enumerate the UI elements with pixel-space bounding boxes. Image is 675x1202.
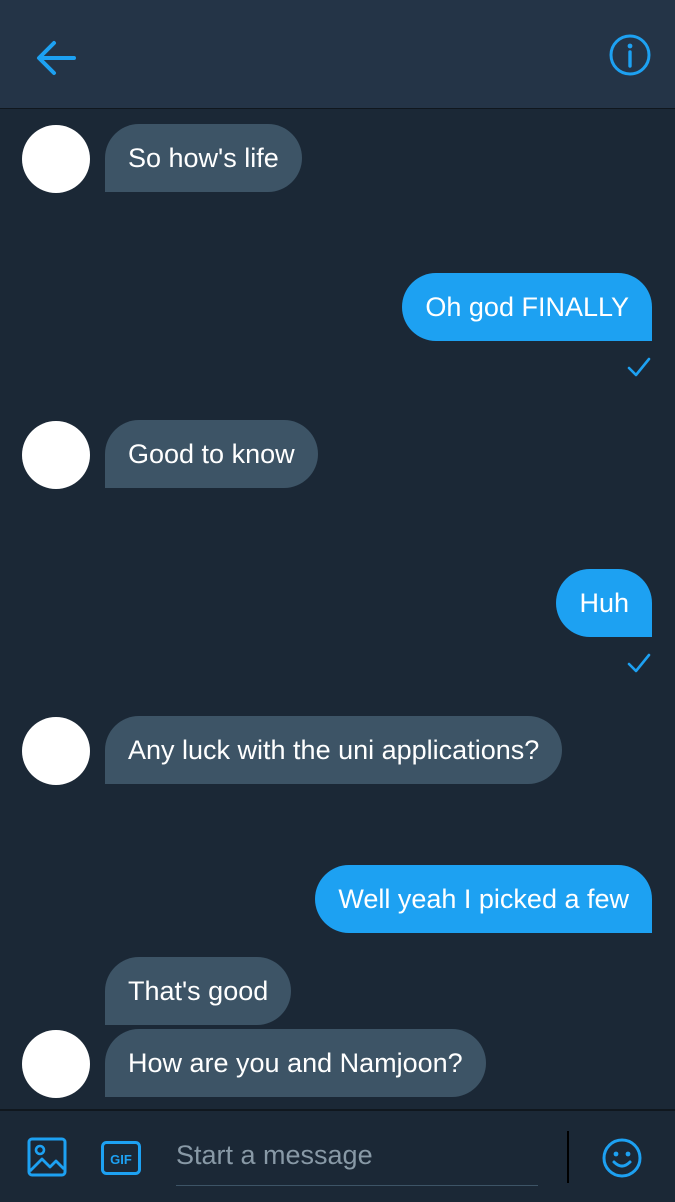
avatar[interactable] <box>22 1030 90 1098</box>
message-bubble-received[interactable]: How are you and Namjoon? <box>105 1029 486 1097</box>
info-circle-icon <box>609 34 651 76</box>
add-photo-button[interactable] <box>27 1137 67 1177</box>
message-composer: GIF <box>0 1109 675 1202</box>
message-bubble-received[interactable]: That's good <box>105 957 292 1025</box>
gif-button[interactable]: GIF <box>101 1141 141 1175</box>
message-bubble-sent[interactable]: Oh god FINALLY <box>402 273 652 341</box>
checkmark-icon <box>627 357 651 377</box>
image-icon <box>27 1137 67 1177</box>
avatar[interactable] <box>22 125 90 193</box>
message-bubble-sent[interactable]: Well yeah I picked a few <box>315 865 652 933</box>
arrow-left-icon <box>37 41 76 75</box>
avatar[interactable] <box>22 421 90 489</box>
message-list: So how's life Oh god FINALLY Good to kno… <box>0 109 675 1109</box>
message-input[interactable] <box>176 1129 538 1181</box>
message-bubble-received[interactable]: Good to know <box>105 420 318 488</box>
back-button[interactable] <box>34 36 78 80</box>
message-bubble-sent[interactable]: Huh <box>556 569 652 637</box>
conversation-header <box>0 0 675 109</box>
message-input-wrapper <box>176 1129 538 1186</box>
avatar[interactable] <box>22 717 90 785</box>
emoji-button[interactable] <box>601 1137 643 1179</box>
smiley-icon <box>602 1138 642 1178</box>
message-bubble-received[interactable]: Any luck with the uni applications? <box>105 716 563 784</box>
composer-divider <box>567 1131 569 1183</box>
message-bubble-received[interactable]: So how's life <box>105 124 302 192</box>
checkmark-icon <box>627 653 651 673</box>
info-button[interactable] <box>606 31 654 79</box>
gif-icon: GIF <box>101 1141 141 1175</box>
gif-label: GIF <box>110 1152 132 1167</box>
